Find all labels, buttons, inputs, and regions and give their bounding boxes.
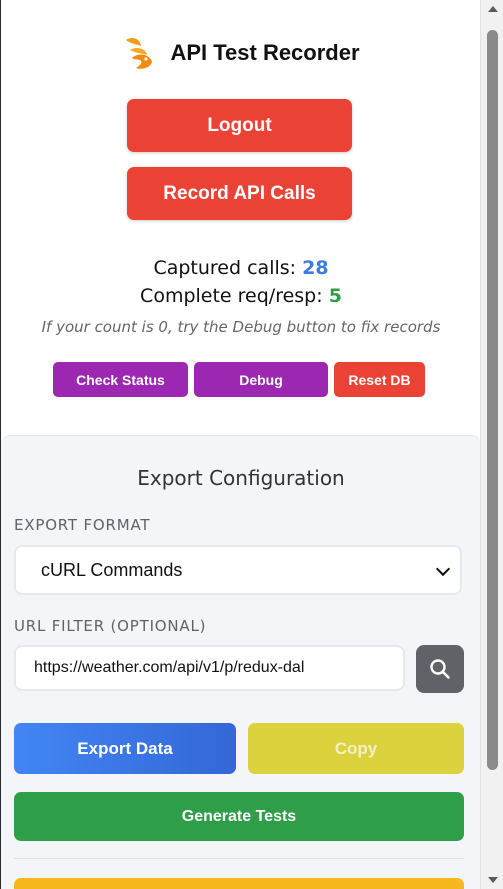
complete-requests-label: Complete req/resp: [140,285,323,307]
config-title: Export Configuration [137,466,345,490]
search-icon [430,659,450,679]
partially-visible-button[interactable] [14,878,464,889]
captured-calls-count: 28 [302,257,329,279]
export-format-value: cURL Commands [41,559,183,580]
debug-button[interactable]: Debug [194,362,328,397]
scroll-down-arrow-icon[interactable] [481,871,503,889]
copy-button[interactable]: Copy [248,723,464,774]
stats-panel: Captured calls: 28 Complete req/resp: 5 [1,254,480,310]
complete-requests-line: Complete req/resp: 5 [1,282,480,310]
export-data-button[interactable]: Export Data [14,723,236,774]
app-title: API Test Recorder [170,40,360,65]
logout-button[interactable]: Logout [127,99,352,152]
export-configuration-panel: Export Configuration EXPORT FORMAT cURL … [1,435,480,889]
app-header: API Test Recorder [1,30,480,76]
complete-requests-count: 5 [328,285,342,307]
vertical-scrollbar[interactable] [480,0,503,889]
debug-hint: If your count is 0, try the Debug button… [41,318,441,336]
captured-calls-label: Captured calls: [153,257,297,279]
url-filter-input[interactable]: https://weather.com/api/v1/p/redux-dal [14,645,405,691]
url-filter-value: https://weather.com/api/v1/p/redux-dal [34,659,305,676]
export-format-label: EXPORT FORMAT [14,516,151,534]
extension-popup: API Test Recorder Logout Record API Call… [0,0,480,889]
url-filter-label: URL FILTER (OPTIONAL) [14,617,207,635]
scroll-thumb[interactable] [487,30,498,770]
section-divider [14,858,464,859]
check-status-button[interactable]: Check Status [53,362,188,397]
search-button[interactable] [416,645,464,693]
reset-db-button[interactable]: Reset DB [334,362,425,397]
rabbit-logo-icon [126,38,153,69]
chevron-down-icon [435,561,451,577]
scroll-up-arrow-icon[interactable] [481,0,503,18]
generate-tests-button[interactable]: Generate Tests [14,792,464,841]
captured-calls-line: Captured calls: 28 [1,254,480,282]
export-format-select[interactable]: cURL Commands [14,545,462,595]
record-api-calls-button[interactable]: Record API Calls [127,167,352,220]
